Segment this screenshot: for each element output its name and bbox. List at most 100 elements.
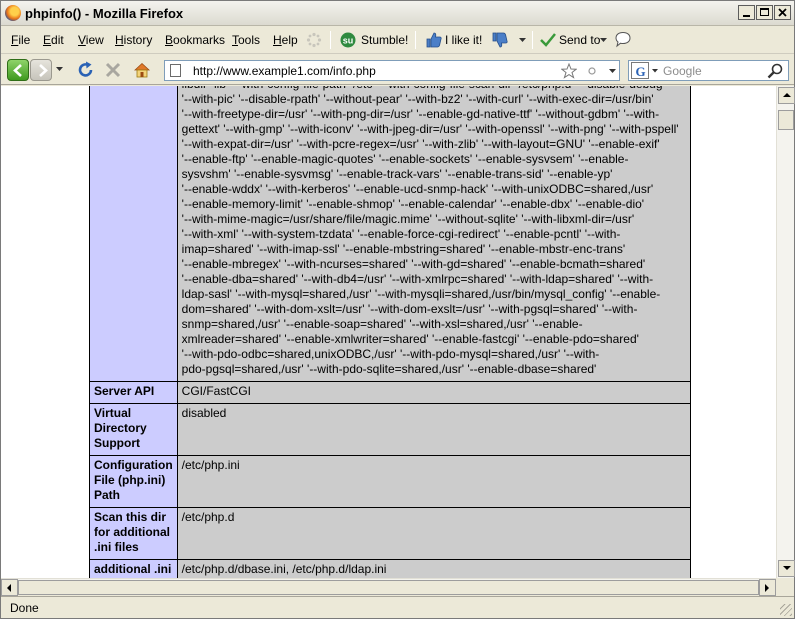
table-key-cell: Scan this dir for additional .ini files: [89, 507, 178, 560]
maximize-icon: [760, 8, 769, 16]
horizontal-scrollbar[interactable]: [1, 578, 776, 596]
search-input[interactable]: Google: [663, 64, 702, 78]
phpinfo-table: libdir=lib' '--with-config-file-path=/et…: [89, 86, 692, 578]
configure-line: '--with-pic' '--disable-rpath' '--withou…: [181, 92, 654, 106]
configure-line: '--with-expat-dir=/usr' '--with-pcre-reg…: [181, 137, 660, 151]
arrow-right-icon: [765, 584, 769, 592]
url-bar[interactable]: http://www.example1.com/info.php: [164, 60, 620, 81]
configure-line: '--with-pdo-odbc=shared,unixODBC,/usr' '…: [181, 347, 600, 361]
chevron-down-icon[interactable]: [56, 67, 63, 72]
toolbar-separator: [415, 31, 416, 49]
menu-help[interactable]: Help: [273, 33, 298, 47]
throbber-icon: [306, 32, 322, 48]
menu-view-label: iew: [85, 33, 104, 47]
configure-line: '--with-xml' '--with-system-tzdata' '--e…: [181, 227, 621, 241]
chevron-down-icon[interactable]: [609, 69, 616, 74]
horizontal-scroll-thumb[interactable]: [18, 580, 759, 595]
arrow-left-icon: [7, 584, 11, 592]
close-button[interactable]: [774, 5, 791, 20]
menu-history-label: istory: [123, 33, 153, 47]
menu-bar: File Edit View History Bookmarks Tools H…: [1, 26, 794, 54]
menu-file-label: ile: [18, 33, 31, 47]
thumbs-up-icon: [426, 32, 442, 48]
svg-text:su: su: [343, 36, 354, 46]
configure-line: '--with-mime-magic=/usr/share/file/magic…: [181, 212, 635, 226]
minimize-icon: [743, 15, 750, 17]
stumble-button[interactable]: su Stumble!: [338, 30, 408, 50]
stop-button[interactable]: [104, 59, 122, 81]
chevron-down-icon: [600, 38, 607, 42]
title-bar[interactable]: phpinfo() - Mozilla Firefox: [1, 1, 794, 26]
home-icon: [133, 62, 151, 78]
back-button[interactable]: [7, 59, 29, 81]
navigation-toolbar: http://www.example1.com/info.php G Googl…: [1, 55, 794, 85]
status-bar: Done: [1, 596, 794, 618]
resize-grip[interactable]: [780, 604, 792, 616]
table-row: Virtual Directory Support disabled: [89, 403, 692, 456]
configure-line: pdo-pgsql=shared,/usr' '--with-pdo-sqlit…: [181, 362, 597, 376]
send-to-label: Send to: [559, 33, 601, 47]
chevron-down-icon[interactable]: [652, 69, 658, 73]
thumbs-down-button[interactable]: [489, 30, 511, 50]
chevron-down-icon[interactable]: [519, 38, 526, 43]
feed-icon[interactable]: [588, 67, 596, 75]
status-text: Done: [10, 601, 39, 615]
menu-file[interactable]: File: [11, 33, 30, 47]
menu-tools[interactable]: Tools: [232, 33, 260, 47]
firefox-window: phpinfo() - Mozilla Firefox File Edit Vi…: [0, 0, 795, 619]
configure-line: '--enable-mbregex' '--with-ncurses=share…: [181, 257, 646, 271]
menu-view[interactable]: View: [78, 33, 104, 47]
configure-line: snmp=shared,/usr' '--enable-soap=shared'…: [181, 317, 583, 331]
scroll-right-button[interactable]: [759, 579, 776, 596]
firefox-icon: [5, 5, 21, 21]
speech-bubble-icon[interactable]: [614, 31, 632, 48]
checkmark-icon: [540, 33, 556, 47]
window-title: phpinfo() - Mozilla Firefox: [25, 6, 184, 21]
home-button[interactable]: [132, 59, 152, 81]
maximize-button[interactable]: [756, 5, 773, 20]
menu-bookmarks-accel: B: [165, 33, 174, 47]
configure-line: '--with-freetype-dir=/usr' '--with-png-d…: [181, 107, 660, 121]
back-forward-group: [7, 59, 65, 81]
search-box[interactable]: G Google: [628, 60, 789, 81]
stumbleupon-icon: su: [340, 32, 356, 48]
i-like-it-label: I like it!: [445, 33, 483, 47]
i-like-it-button[interactable]: I like it!: [423, 30, 485, 50]
vertical-scroll-thumb[interactable]: [778, 110, 794, 130]
table-key-cell: additional .ini: [89, 559, 178, 578]
table-value-cell: CGI/FastCGI: [176, 381, 692, 404]
page-icon: [170, 64, 181, 77]
table-value-cell: /etc/php.d: [176, 507, 692, 560]
configure-line: '--enable-wddx' '--with-kerberos' '--ena…: [181, 182, 654, 196]
menu-bookmarks[interactable]: Bookmarks: [165, 33, 225, 47]
stop-icon: [105, 62, 121, 78]
scroll-up-button[interactable]: [778, 87, 795, 104]
minimize-button[interactable]: [738, 5, 755, 20]
magnifier-icon[interactable]: [767, 63, 784, 79]
table-row: Configuration File (php.ini) Path /etc/p…: [89, 455, 692, 508]
search-engine-button[interactable]: G: [631, 62, 649, 79]
menu-tools-label: ools: [238, 33, 261, 47]
menu-view-accel: V: [78, 33, 86, 47]
forward-button[interactable]: [30, 59, 52, 81]
configure-line: '--enable-memory-limit' '--enable-shmop'…: [181, 197, 645, 211]
reload-button[interactable]: [76, 59, 96, 81]
menu-edit[interactable]: Edit: [43, 33, 64, 47]
toolbar-separator: [330, 31, 331, 49]
send-to-button[interactable]: Send to: [538, 30, 610, 50]
menu-help-accel: H: [273, 33, 282, 47]
table-key-cell: Configuration File (php.ini) Path: [89, 455, 178, 508]
configure-line: imap=shared' '--with-imap-ssl' '--enable…: [181, 242, 626, 256]
table-key-cell: Server API: [89, 381, 178, 404]
menu-help-label: elp: [281, 33, 298, 47]
page-content: libdir=lib' '--with-config-file-path=/et…: [1, 86, 776, 578]
bookmark-star-icon[interactable]: [561, 63, 577, 79]
reload-icon: [78, 61, 93, 77]
scroll-down-button[interactable]: [778, 560, 795, 577]
configure-line: xmlreader=shared' '--enable-xmlwriter=sh…: [181, 332, 639, 346]
configure-line: gettext' '--with-gmp' '--with-iconv' '--…: [181, 122, 679, 136]
scroll-left-button[interactable]: [1, 579, 18, 596]
table-key-cell: Virtual Directory Support: [89, 403, 178, 456]
menu-history[interactable]: History: [115, 33, 152, 47]
vertical-scrollbar[interactable]: [776, 86, 795, 578]
